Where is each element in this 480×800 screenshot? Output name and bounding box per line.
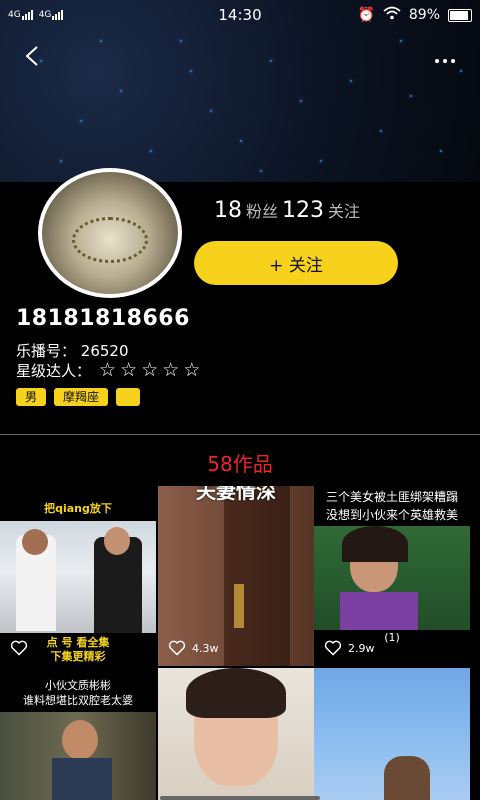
video-likes[interactable]: 4.3w bbox=[168, 640, 219, 656]
top-nav bbox=[0, 45, 480, 72]
video-thumbnail bbox=[384, 756, 430, 800]
star-icon: ☆ bbox=[183, 359, 205, 381]
fans-label[interactable]: 粉丝 bbox=[246, 198, 278, 222]
works-title[interactable]: 58作品 bbox=[0, 448, 480, 477]
door-handle bbox=[234, 584, 244, 628]
banner-star bbox=[60, 160, 62, 162]
video-thumbnail bbox=[314, 526, 470, 630]
heart-icon bbox=[168, 640, 186, 656]
video-likes-count: 4.3w bbox=[192, 641, 219, 655]
following-count[interactable]: 123 bbox=[282, 198, 324, 223]
banner-star bbox=[80, 120, 82, 122]
signal-icon: 4G bbox=[8, 10, 33, 20]
video-likes[interactable]: 2.9w bbox=[324, 640, 375, 656]
video-tile-1[interactable]: 把qiang放下 点 号 看全集 下集更精彩 bbox=[0, 486, 156, 666]
follow-button[interactable]: + 关注 bbox=[194, 241, 398, 285]
tag-list: 男摩羯座 bbox=[16, 388, 141, 406]
video-tile-3[interactable]: 三个美女被土匪绑架糟蹋 没想到小伙来个英雄救美 (1) 2.9w bbox=[314, 486, 470, 666]
status-bar: 4G 4G 14:30 ⏰ 89% bbox=[0, 0, 480, 30]
banner-star bbox=[410, 95, 412, 97]
video-caption-top: 小伙文质彬彬 谁料想堪比双腔老太婆 bbox=[23, 679, 133, 707]
banner-star bbox=[240, 140, 242, 142]
star-icon: ☆ bbox=[141, 359, 163, 381]
home-indicator[interactable] bbox=[160, 796, 320, 800]
status-right: ⏰ 89% bbox=[357, 6, 480, 24]
heart-icon bbox=[324, 640, 342, 656]
following-label[interactable]: 关注 bbox=[328, 198, 360, 222]
id-label: 乐播号： bbox=[16, 342, 77, 360]
banner-star bbox=[440, 150, 442, 152]
wifi-icon bbox=[383, 6, 401, 24]
avatar[interactable] bbox=[38, 168, 182, 298]
banner-star bbox=[260, 170, 262, 172]
profile-tag bbox=[116, 388, 141, 406]
signal-label-1: 4G bbox=[8, 10, 21, 20]
fans-count[interactable]: 18 bbox=[214, 198, 242, 223]
back-icon[interactable] bbox=[24, 45, 40, 72]
signal-label-2: 4G bbox=[38, 10, 52, 20]
signal-icon-2: 4G bbox=[39, 10, 64, 20]
video-likes[interactable] bbox=[10, 640, 34, 656]
video-thumbnail bbox=[0, 521, 156, 633]
id-value: 26520 bbox=[80, 342, 129, 360]
battery-icon bbox=[448, 8, 472, 22]
profile-stats: 18 粉丝 123 关注 bbox=[214, 198, 364, 223]
status-time: 14:30 bbox=[218, 6, 262, 24]
banner-star bbox=[210, 110, 212, 112]
video-thumbnail bbox=[0, 712, 156, 800]
banner-star bbox=[350, 80, 352, 82]
more-icon[interactable] bbox=[434, 45, 456, 72]
banner-star bbox=[180, 40, 182, 42]
divider bbox=[0, 434, 480, 435]
signal-group: 4G 4G bbox=[0, 10, 64, 20]
video-caption-top: 夫妻情深 bbox=[196, 486, 276, 503]
alarm-icon: ⏰ bbox=[357, 7, 375, 23]
star-rating: ☆☆☆☆☆ bbox=[99, 359, 204, 381]
video-thumbnail bbox=[224, 486, 290, 666]
video-tile-6[interactable] bbox=[314, 668, 470, 800]
banner-star bbox=[150, 150, 152, 152]
video-caption-top: 三个美女被土匪绑架糟蹋 没想到小伙来个英雄救美 bbox=[325, 490, 458, 522]
banner-star bbox=[380, 130, 382, 132]
banner-star bbox=[120, 90, 122, 92]
video-tile-4[interactable]: 小伙文质彬彬 谁料想堪比双腔老太婆 bbox=[0, 668, 156, 800]
heart-icon bbox=[10, 640, 28, 656]
star-icon: ☆ bbox=[99, 359, 121, 381]
star-rating-row: 星级达人： ☆☆☆☆☆ bbox=[16, 359, 204, 381]
banner-star bbox=[320, 160, 322, 162]
video-likes-count: 2.9w bbox=[348, 641, 375, 655]
video-tile-5[interactable] bbox=[158, 668, 314, 800]
banner-star bbox=[100, 40, 102, 42]
avatar-image bbox=[72, 217, 148, 263]
star-label: 星级达人： bbox=[16, 361, 92, 380]
video-caption-top: 把qiang放下 bbox=[44, 502, 112, 515]
banner-star bbox=[300, 100, 302, 102]
profile-tag: 男 bbox=[16, 388, 47, 406]
star-icon: ☆ bbox=[120, 359, 142, 381]
banner-star bbox=[400, 40, 402, 42]
username: 18181818666 bbox=[16, 306, 190, 331]
profile-tag: 摩羯座 bbox=[54, 388, 109, 406]
battery-percent: 89% bbox=[408, 7, 440, 23]
star-icon: ☆ bbox=[162, 359, 184, 381]
video-tile-2[interactable]: 夫妻情深 4.3w bbox=[158, 486, 314, 666]
id-row: 乐播号： 26520 bbox=[16, 340, 129, 361]
